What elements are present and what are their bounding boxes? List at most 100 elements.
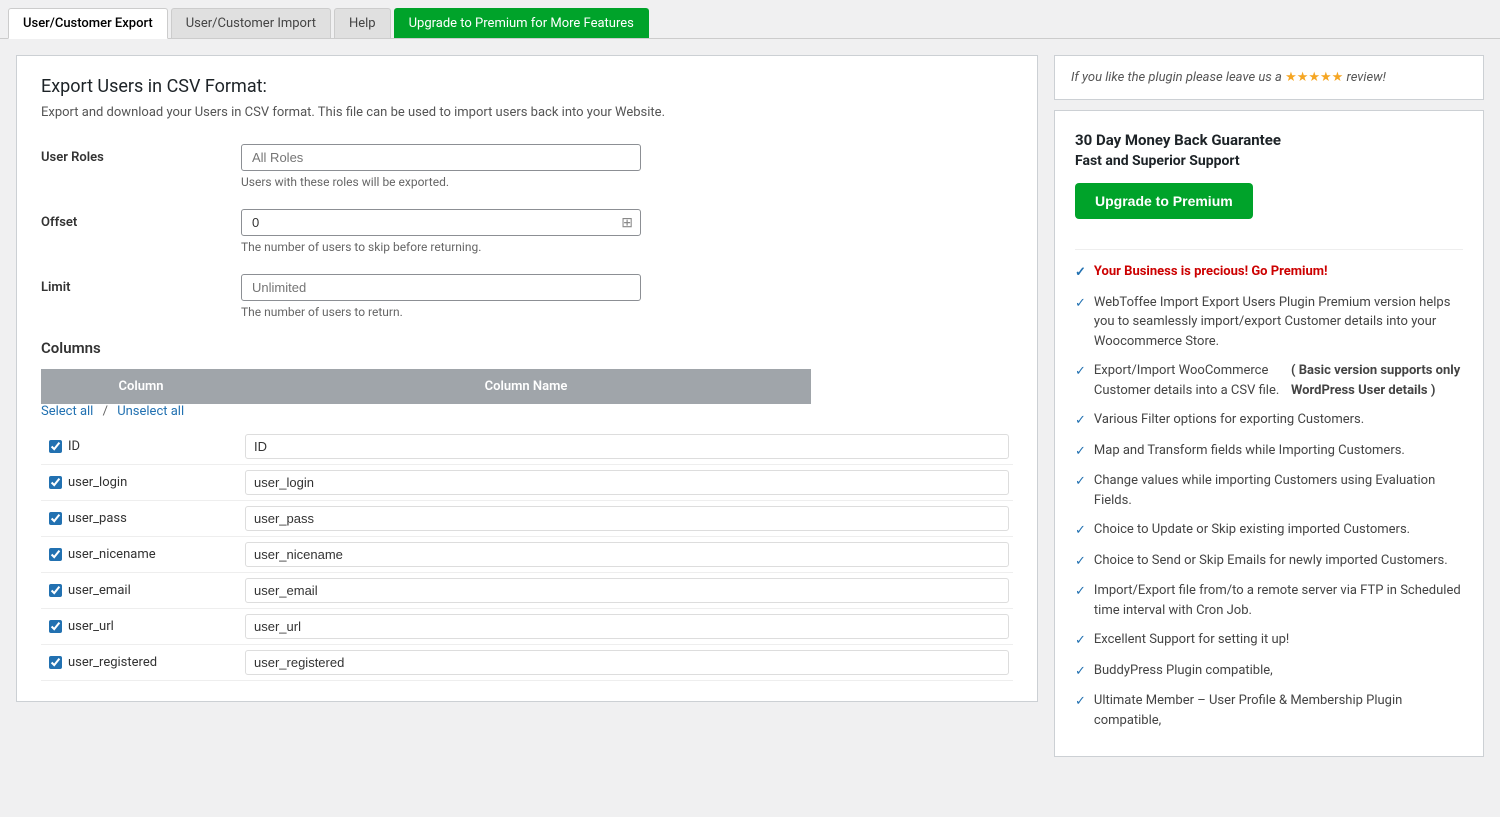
offset-row: Offset ⊞ The number of users to skip bef… <box>41 209 1013 254</box>
calendar-icon: ⊞ <box>621 215 633 231</box>
table-row: user_pass <box>41 501 1013 537</box>
col-header: Column <box>41 369 241 404</box>
column-name-input[interactable] <box>245 470 1009 495</box>
feature-text: WebToffee Import Export Users Plugin Pre… <box>1094 293 1463 352</box>
check-icon: ✓ <box>1075 442 1086 462</box>
table-row: user_registered <box>41 645 1013 681</box>
table-row: user_nicename <box>41 537 1013 573</box>
tab-upgrade[interactable]: Upgrade to Premium for More Features <box>394 8 649 38</box>
feature-text: Your Business is precious! Go Premium! <box>1094 262 1328 282</box>
feature-list: ✓Your Business is precious! Go Premium!✓… <box>1075 262 1463 730</box>
page-title: Export Users in CSV Format: <box>41 76 1013 97</box>
check-icon: ✓ <box>1075 582 1086 602</box>
list-item: ✓Export/Import WooCommerce Customer deta… <box>1075 361 1463 400</box>
column-checkbox[interactable] <box>49 584 62 597</box>
check-icon: ✓ <box>1075 263 1086 283</box>
right-panel: If you like the plugin please leave us a… <box>1054 55 1484 757</box>
feature-text: Choice to Send or Skip Emails for newly … <box>1094 551 1448 571</box>
table-row: ID <box>41 429 1013 465</box>
column-label: user_url <box>68 619 114 634</box>
list-item: ✓ Import/Export file from/to a remote ser… <box>1075 581 1463 620</box>
column-label: user_email <box>68 583 131 598</box>
separator: / <box>103 404 108 419</box>
tab-help[interactable]: Help <box>334 8 391 38</box>
column-label: ID <box>68 439 80 454</box>
table-row: user_login <box>41 465 1013 501</box>
check-icon: ✓ <box>1075 692 1086 712</box>
user-roles-field: Users with these roles will be exported. <box>241 144 1013 189</box>
feature-text: Map and Transform fields while Importing… <box>1094 441 1405 461</box>
user-roles-label: User Roles <box>41 144 241 165</box>
stars: ★★★★★ <box>1285 70 1343 85</box>
column-checkbox[interactable] <box>49 620 62 633</box>
limit-hint: The number of users to return. <box>241 305 1013 319</box>
column-name-input[interactable] <box>245 650 1009 675</box>
offset-input[interactable] <box>241 209 641 236</box>
page-subtitle: Export and download your Users in CSV fo… <box>41 105 1013 120</box>
list-item: ✓Excellent Support for setting it up! <box>1075 630 1463 651</box>
column-name-input[interactable] <box>245 614 1009 639</box>
check-icon: ✓ <box>1075 662 1086 682</box>
tabs-bar: User/Customer Export User/Customer Impor… <box>0 0 1500 39</box>
columns-table: Column Column Name <box>41 369 811 404</box>
unselect-all-link[interactable]: Unselect all <box>117 404 184 419</box>
check-icon: ✓ <box>1075 472 1086 492</box>
column-label: user_registered <box>68 655 157 670</box>
limit-input[interactable] <box>241 274 641 301</box>
bold-note: ( Basic version supports only WordPress … <box>1291 361 1463 400</box>
check-icon: ✓ <box>1075 294 1086 314</box>
column-label: user_login <box>68 475 127 490</box>
column-checkbox[interactable] <box>49 440 62 453</box>
column-checkbox[interactable] <box>49 656 62 669</box>
feature-text: Import/Export file from/to a remote serv… <box>1094 581 1463 620</box>
list-item: ✓ Choice to Send or Skip Emails for newly… <box>1075 551 1463 572</box>
column-checkbox[interactable] <box>49 548 62 561</box>
feature-text: Ultimate Member – User Profile & Members… <box>1094 691 1463 730</box>
money-back-title: 30 Day Money Back Guarantee <box>1075 131 1463 149</box>
feature-text: Choice to Update or Skip existing import… <box>1094 520 1410 540</box>
tab-export[interactable]: User/Customer Export <box>8 8 168 39</box>
check-icon: ✓ <box>1075 552 1086 572</box>
review-text-before: If you like the plugin please leave us a <box>1071 70 1282 85</box>
list-item: ✓Various Filter options for exporting Cu… <box>1075 410 1463 431</box>
offset-input-wrapper: ⊞ <box>241 209 641 236</box>
list-item: ✓ Ultimate Member – User Profile & Member… <box>1075 691 1463 730</box>
list-item: ✓Choice to Update or Skip existing impor… <box>1075 520 1463 541</box>
limit-row: Limit The number of users to return. <box>41 274 1013 319</box>
column-name-input[interactable] <box>245 434 1009 459</box>
column-checkbox[interactable] <box>49 476 62 489</box>
feature-text: Various Filter options for exporting Cus… <box>1094 410 1364 430</box>
feature-text: Change values while importing Customers … <box>1094 471 1463 510</box>
left-panel: Export Users in CSV Format: Export and d… <box>16 55 1038 702</box>
tab-export-label: User/Customer Export <box>23 16 153 31</box>
feature-text: Export/Import WooCommerce Customer detai… <box>1094 361 1291 400</box>
columns-section: Columns Column Column Name Select all / … <box>41 339 1013 681</box>
columns-rows: ID user_login user_pass user_nicename user_e… <box>41 429 1013 681</box>
offset-field: ⊞ The number of users to skip before ret… <box>241 209 1013 254</box>
columns-title: Columns <box>41 339 1013 357</box>
column-name-input[interactable] <box>245 578 1009 603</box>
upgrade-to-premium-button[interactable]: Upgrade to Premium <box>1075 183 1253 219</box>
feature-text: Excellent Support for setting it up! <box>1094 630 1289 650</box>
tab-import-label: User/Customer Import <box>186 16 316 31</box>
limit-field: The number of users to return. <box>241 274 1013 319</box>
list-item: ✓ Your Business is precious! Go Premium! <box>1075 262 1463 283</box>
user-roles-input[interactable] <box>241 144 641 171</box>
column-label: user_pass <box>68 511 127 526</box>
column-label: user_nicename <box>68 547 156 562</box>
column-name-input[interactable] <box>245 506 1009 531</box>
offset-hint: The number of users to skip before retur… <box>241 240 1013 254</box>
tab-upgrade-label: Upgrade to Premium for More Features <box>409 16 634 31</box>
table-row: user_url <box>41 609 1013 645</box>
tab-import[interactable]: User/Customer Import <box>171 8 331 38</box>
column-checkbox[interactable] <box>49 512 62 525</box>
divider <box>1075 249 1463 250</box>
column-name-input[interactable] <box>245 542 1009 567</box>
name-header: Column Name <box>241 369 811 404</box>
feature-text: BuddyPress Plugin compatible, <box>1094 661 1273 681</box>
user-roles-row: User Roles Users with these roles will b… <box>41 144 1013 189</box>
list-item: ✓ WebToffee Import Export Users Plugin Pr… <box>1075 293 1463 352</box>
main-layout: Export Users in CSV Format: Export and d… <box>0 39 1500 773</box>
select-all-link[interactable]: Select all <box>41 404 93 419</box>
list-item: ✓ BuddyPress Plugin compatible, <box>1075 661 1463 682</box>
